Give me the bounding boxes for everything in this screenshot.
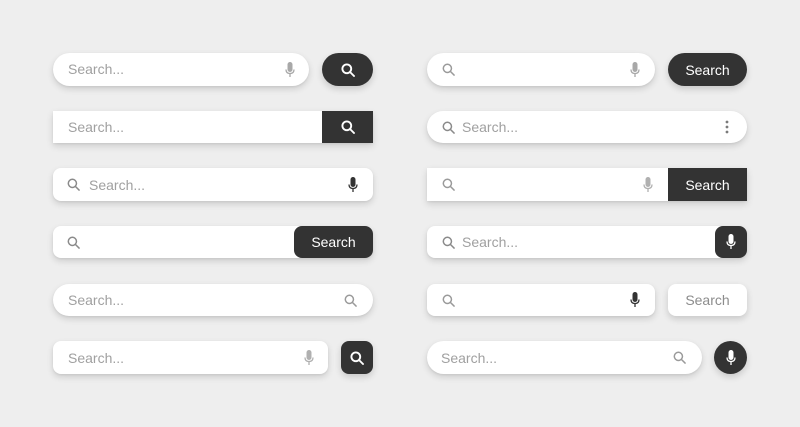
search-icon[interactable] [672, 350, 686, 364]
search-bar-8[interactable]: Search... [427, 111, 747, 143]
search-icon[interactable] [343, 293, 357, 307]
search-button[interactable]: Search [668, 168, 747, 201]
search-icon [66, 235, 80, 249]
microphone-icon[interactable] [301, 349, 317, 367]
search-bar-11[interactable] [427, 284, 655, 316]
search-icon [441, 120, 455, 134]
search-icon [441, 62, 455, 76]
search-button-label: Search [685, 61, 730, 78]
search-placeholder: Search... [68, 292, 125, 308]
search-button[interactable]: Search [294, 226, 373, 258]
search-icon [441, 235, 455, 249]
search-button[interactable]: Search [668, 284, 747, 316]
microphone-icon[interactable] [345, 176, 361, 194]
search-bar-4[interactable]: Search [53, 226, 373, 258]
search-bar-1[interactable]: Search... [53, 53, 309, 86]
microphone-icon[interactable] [640, 176, 656, 194]
search-placeholder: Search... [462, 234, 519, 250]
search-placeholder: Search... [441, 350, 498, 366]
search-bar-5[interactable]: Search... [53, 284, 373, 316]
search-placeholder: Search... [68, 350, 125, 366]
search-button[interactable]: Search [668, 53, 747, 86]
more-vertical-icon[interactable] [723, 119, 731, 135]
search-placeholder: Search... [462, 119, 519, 135]
search-button-label: Search [685, 176, 730, 193]
microphone-icon [725, 349, 736, 366]
search-icon [340, 120, 355, 134]
search-button[interactable] [341, 341, 373, 374]
search-bar-9[interactable]: Search [427, 168, 747, 201]
search-bar-6[interactable]: Search... [53, 341, 328, 374]
search-icon [441, 293, 455, 307]
search-bar-10[interactable]: Search... [427, 226, 747, 258]
microphone-button[interactable] [715, 226, 747, 258]
microphone-icon[interactable] [282, 61, 298, 79]
search-placeholder: Search... [68, 119, 125, 135]
search-button[interactable] [322, 111, 373, 143]
search-bar-12[interactable]: Search... [427, 341, 702, 374]
search-bar-2[interactable]: Search... [53, 111, 373, 143]
microphone-icon[interactable] [627, 291, 643, 309]
microphone-button[interactable] [714, 341, 747, 374]
search-placeholder: Search... [68, 61, 125, 77]
search-bar-7[interactable] [427, 53, 655, 86]
search-bar-3[interactable]: Search... [53, 168, 373, 201]
microphone-icon [726, 234, 736, 250]
search-icon [441, 177, 455, 191]
search-icon [66, 177, 80, 191]
search-icon [350, 350, 364, 365]
search-placeholder: Search... [89, 177, 146, 193]
microphone-icon[interactable] [627, 61, 643, 79]
search-button[interactable] [322, 53, 373, 86]
search-icon [340, 62, 355, 77]
search-button-label: Search [685, 292, 730, 308]
search-button-label: Search [311, 234, 356, 250]
